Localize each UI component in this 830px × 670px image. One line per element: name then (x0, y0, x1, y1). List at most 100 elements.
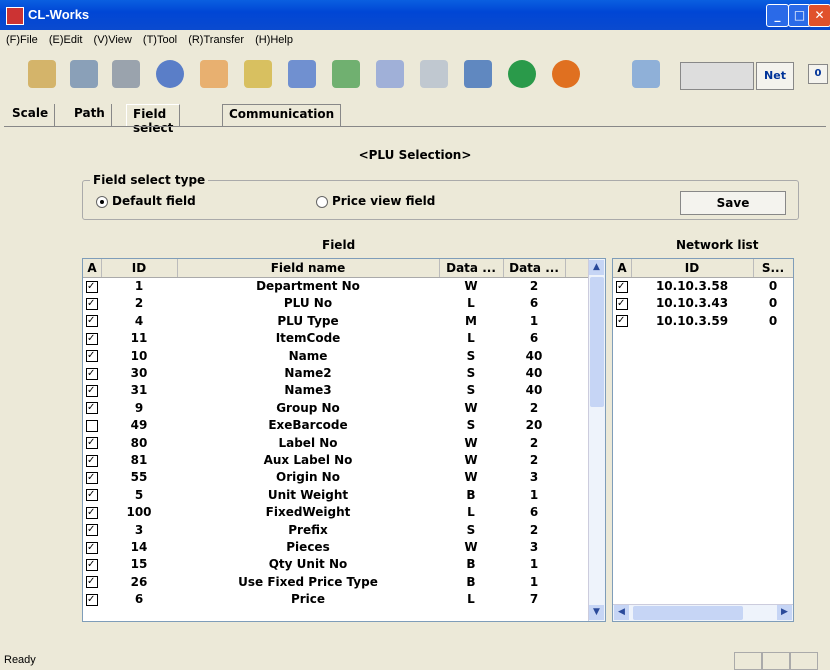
checkbox-icon[interactable] (616, 296, 628, 311)
tab-scale[interactable]: Scale (6, 104, 56, 126)
row-checkbox[interactable] (83, 453, 101, 468)
scroll-right-icon[interactable]: ▶ (777, 605, 792, 620)
field-list-vscroll[interactable]: ▲ ▼ (588, 259, 605, 621)
scale-blue-icon[interactable] (288, 60, 316, 88)
checkbox-icon[interactable] (86, 400, 98, 415)
network-table-row[interactable]: 10.10.3.59 0 (613, 313, 793, 329)
scroll-thumb[interactable] (590, 277, 604, 407)
row-checkbox[interactable] (83, 331, 101, 346)
scroll-left-icon[interactable]: ◀ (614, 605, 629, 620)
row-checkbox[interactable] (83, 487, 101, 503)
network-table-row[interactable]: 10.10.3.58 0 (613, 279, 793, 294)
checkbox-icon[interactable] (86, 419, 98, 432)
row-checkbox[interactable] (83, 592, 101, 607)
row-checkbox[interactable] (83, 435, 101, 451)
tab-path[interactable]: Path (68, 104, 112, 126)
menu-edit[interactable]: (E)Edit (49, 34, 83, 46)
row-checkbox[interactable] (83, 400, 101, 416)
checkbox-icon[interactable] (86, 522, 98, 537)
row-checkbox[interactable] (83, 348, 101, 364)
col-header-data-type[interactable]: Data ... (439, 259, 504, 277)
row-checkbox[interactable] (83, 383, 101, 398)
checkbox-icon[interactable] (86, 313, 98, 328)
radio-default-field[interactable]: Default field (96, 194, 196, 208)
net-col-header-a[interactable]: A (613, 259, 632, 277)
save-disk-icon[interactable] (70, 60, 98, 88)
row-checkbox[interactable] (83, 470, 101, 485)
menu-transfer[interactable]: (R)Transfer (188, 34, 244, 46)
field-table-row[interactable]: 1 Department No W 2 (83, 279, 565, 294)
checkbox-icon[interactable] (86, 487, 98, 502)
checkbox-icon[interactable] (86, 296, 98, 311)
star-icon[interactable] (200, 60, 228, 88)
net-row-checkbox[interactable] (613, 313, 631, 329)
col-header-a[interactable]: A (83, 259, 102, 277)
checkbox-icon[interactable] (86, 574, 98, 589)
checkbox-icon[interactable] (86, 470, 98, 485)
network-list-view[interactable]: A ID S... 10.10.3.580 10.10.3.430 10.10.3.… (612, 258, 794, 622)
field-table-row[interactable]: 5 Unit Weight B 1 (83, 487, 565, 503)
field-table-row[interactable]: 81 Aux Label No W 2 (83, 453, 565, 468)
field-table-row[interactable]: 3 Prefix S 2 (83, 522, 565, 538)
checkbox-icon[interactable] (86, 435, 98, 450)
field-table-row[interactable]: 49 ExeBarcode S 20 (83, 418, 565, 433)
row-checkbox[interactable] (83, 366, 101, 381)
row-checkbox[interactable] (83, 313, 101, 329)
checkbox-icon[interactable] (86, 453, 98, 468)
checkbox-icon[interactable] (616, 313, 628, 328)
checkbox-icon[interactable] (86, 557, 98, 572)
scroll-up-icon[interactable]: ▲ (589, 260, 604, 275)
network-table-row[interactable]: 10.10.3.43 0 (613, 296, 793, 311)
field-table-row[interactable]: 14 Pieces W 3 (83, 540, 565, 555)
field-table-row[interactable]: 80 Label No W 2 (83, 435, 565, 451)
row-checkbox[interactable] (83, 540, 101, 555)
keyboard-icon[interactable] (464, 60, 492, 88)
checkbox-icon[interactable] (86, 348, 98, 363)
row-checkbox[interactable] (83, 522, 101, 538)
plu-icon[interactable] (156, 60, 184, 88)
net-col-header-id[interactable]: ID (631, 259, 754, 277)
grid-icon[interactable] (376, 60, 404, 88)
zero-button[interactable]: 0 (808, 64, 828, 84)
field-table-row[interactable]: 100 FixedWeight L 6 (83, 505, 565, 520)
field-table-row[interactable]: 30 Name2 S 40 (83, 366, 565, 381)
net-button[interactable]: Net (756, 62, 794, 90)
field-table-row[interactable]: 31 Name3 S 40 (83, 383, 565, 398)
row-checkbox[interactable] (83, 505, 101, 520)
field-table-row[interactable]: 26 Use Fixed Price Type B 1 (83, 574, 565, 590)
checkbox-icon[interactable] (86, 366, 98, 381)
menu-help[interactable]: (H)Help (255, 34, 293, 46)
scale-icon[interactable] (244, 60, 272, 88)
tab-field-select[interactable]: Field select (126, 104, 181, 135)
receive-icon[interactable] (552, 60, 580, 88)
menu-view[interactable]: (V)View (94, 34, 132, 46)
hscroll-thumb[interactable] (633, 606, 743, 620)
checkbox-icon[interactable] (86, 383, 98, 398)
checkbox-icon[interactable] (616, 279, 628, 294)
row-checkbox[interactable] (83, 279, 101, 294)
save-button[interactable]: Save (680, 191, 786, 215)
label-icon[interactable] (420, 60, 448, 88)
field-table-row[interactable]: 55 Origin No W 3 (83, 470, 565, 485)
people-icon[interactable] (332, 60, 360, 88)
net-row-checkbox[interactable] (613, 279, 631, 294)
net-col-header-s[interactable]: S... (753, 259, 793, 277)
open-folder-icon[interactable] (28, 60, 56, 88)
field-table-row[interactable]: 2 PLU No L 6 (83, 296, 565, 311)
radio-price-view-field[interactable]: Price view field (316, 194, 435, 208)
field-table-row[interactable]: 4 PLU Type M 1 (83, 313, 565, 329)
field-list-view[interactable]: A ID Field name Data ... Data ... 1 Depar… (82, 258, 606, 622)
col-header-id[interactable]: ID (101, 259, 178, 277)
row-checkbox[interactable] (83, 574, 101, 590)
checkbox-icon[interactable] (86, 592, 98, 607)
row-checkbox[interactable] (83, 557, 101, 572)
field-table-row[interactable]: 6 Price L 7 (83, 592, 565, 607)
close-button[interactable]: ✕ (808, 4, 830, 27)
scroll-down-icon[interactable]: ▼ (589, 605, 604, 620)
net-row-checkbox[interactable] (613, 296, 631, 311)
field-table-row[interactable]: 11 ItemCode L 6 (83, 331, 565, 346)
settings-icon[interactable] (632, 60, 660, 88)
checkbox-icon[interactable] (86, 505, 98, 520)
checkbox-icon[interactable] (86, 331, 98, 346)
menu-file[interactable]: (F)File (6, 34, 38, 46)
